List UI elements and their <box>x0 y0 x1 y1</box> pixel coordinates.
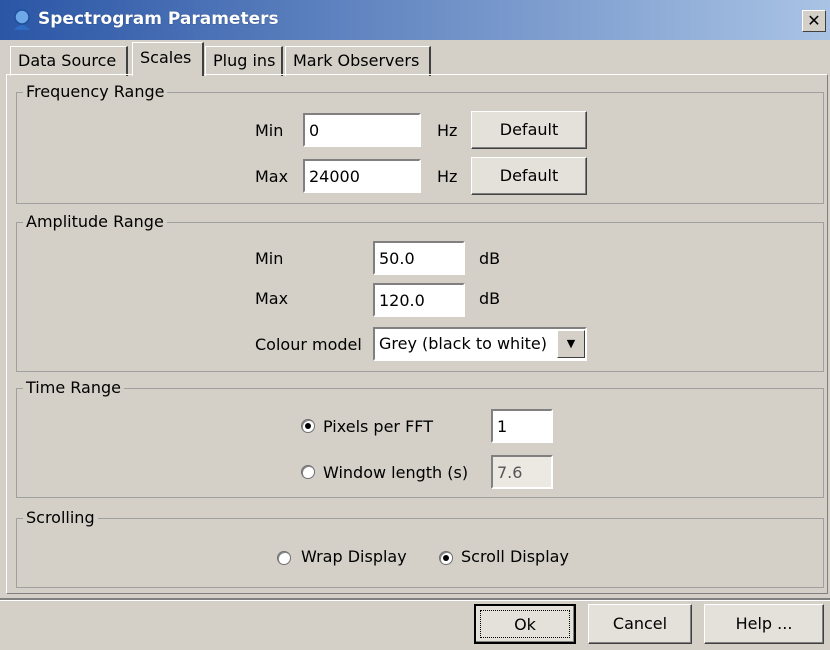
close-button[interactable]: ✕ <box>802 10 826 32</box>
tab-label: Scales <box>140 48 192 67</box>
radio-selected-dot <box>305 423 311 429</box>
freq-min-label: Min <box>255 121 284 140</box>
tab-scales[interactable]: Scales <box>132 42 204 76</box>
window-length-label[interactable]: Window length (s) <box>323 463 468 483</box>
tab-label: Plug ins <box>213 51 276 70</box>
wrap-display-radio[interactable] <box>277 551 291 565</box>
title-bar[interactable]: Spectrogram Parameters ✕ <box>0 0 830 40</box>
radio-selected-dot <box>443 555 449 561</box>
wrap-display-label[interactable]: Wrap Display <box>301 547 407 567</box>
footer-separator <box>0 598 830 601</box>
amp-max-unit: dB <box>479 289 501 308</box>
freq-max-label: Max <box>255 167 289 186</box>
window-length-input[interactable]: 7.6 <box>491 455 553 489</box>
scrolling-group: Scrolling Wrap Display Scroll Display <box>16 508 824 588</box>
group-title: Scrolling <box>23 508 98 528</box>
tab-label: Mark Observers <box>293 51 420 70</box>
amplitude-range-group: Amplitude Range Min 50.0 dB Max 120.0 dB… <box>16 212 824 372</box>
pixels-per-fft-label[interactable]: Pixels per FFT <box>323 417 433 437</box>
window-title: Spectrogram Parameters <box>38 9 279 29</box>
freq-min-unit: Hz <box>437 121 458 140</box>
amp-max-input[interactable]: 120.0 <box>373 283 465 317</box>
tab-label: Data Source <box>18 51 117 70</box>
ok-button[interactable]: Ok <box>474 604 576 644</box>
focus-rect <box>480 610 570 638</box>
chevron-down-icon: ▼ <box>566 337 576 350</box>
tab-mark-observers[interactable]: Mark Observers <box>285 46 431 76</box>
amp-min-input[interactable]: 50.0 <box>373 241 465 275</box>
cancel-button[interactable]: Cancel <box>588 604 692 644</box>
help-button[interactable]: Help ... <box>704 604 824 644</box>
freq-min-input[interactable]: 0 <box>303 113 421 147</box>
tab-plug-ins[interactable]: Plug ins <box>205 46 283 76</box>
time-range-group: Time Range Pixels per FFT 1 Window lengt… <box>16 378 824 498</box>
freq-max-unit: Hz <box>437 167 458 186</box>
amp-min-label: Min <box>255 249 284 268</box>
colour-model-select[interactable]: Grey (black to white) ▼ <box>373 327 587 361</box>
frequency-range-group: Frequency Range Min 0 Hz Default Max 240… <box>16 82 824 204</box>
colour-model-value: Grey (black to white) <box>379 334 547 353</box>
pixels-per-fft-radio[interactable] <box>301 419 315 433</box>
colour-model-label: Colour model <box>255 335 362 354</box>
freq-max-default-button[interactable]: Default <box>471 157 587 195</box>
close-icon: ✕ <box>807 11 821 30</box>
scroll-display-radio[interactable] <box>439 551 453 565</box>
amp-min-unit: dB <box>479 249 501 268</box>
freq-min-default-button[interactable]: Default <box>471 111 587 149</box>
group-title: Amplitude Range <box>23 212 167 232</box>
dropdown-button[interactable]: ▼ <box>557 330 585 358</box>
scroll-display-label[interactable]: Scroll Display <box>461 547 569 567</box>
tab-data-source[interactable]: Data Source <box>10 46 128 76</box>
freq-max-input[interactable]: 24000 <box>303 159 421 193</box>
app-icon <box>14 9 30 30</box>
group-title: Time Range <box>23 378 124 398</box>
pixels-per-fft-input[interactable]: 1 <box>491 409 553 443</box>
group-title: Frequency Range <box>23 82 168 102</box>
amp-max-label: Max <box>255 289 289 308</box>
window-length-radio[interactable] <box>301 465 315 479</box>
